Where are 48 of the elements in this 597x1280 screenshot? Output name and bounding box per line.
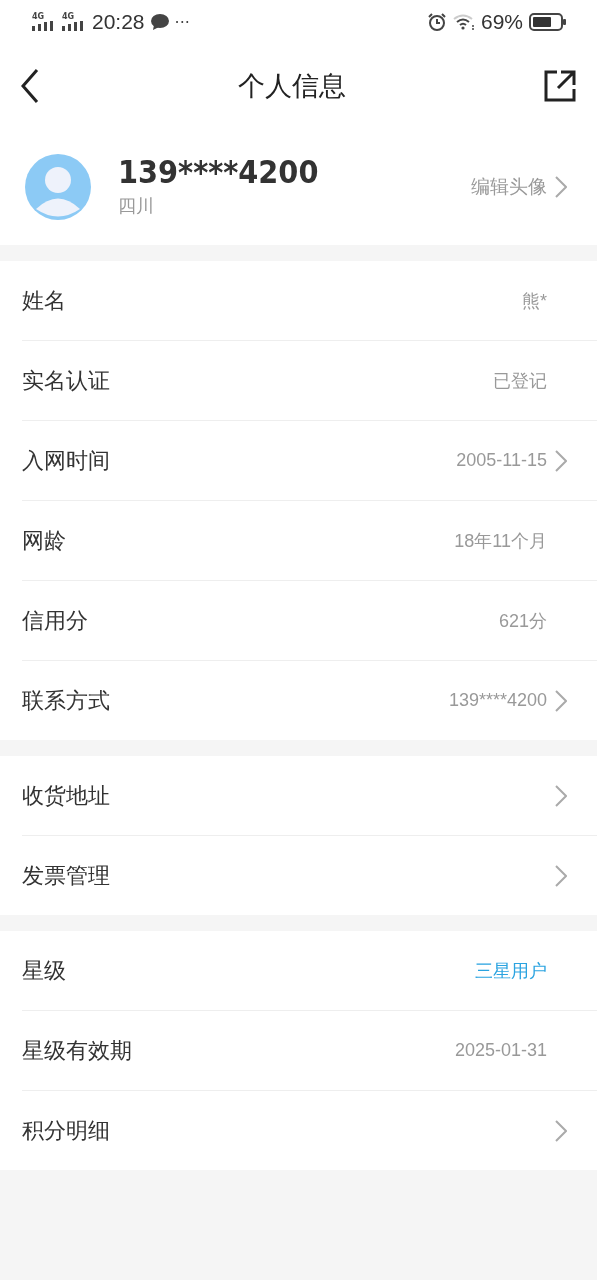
list-row[interactable]: 实名认证 已登记 bbox=[22, 341, 597, 421]
row-value: 熊* bbox=[522, 289, 547, 313]
row-label: 入网时间 bbox=[22, 446, 111, 475]
row-label: 星级有效期 bbox=[22, 1036, 133, 1065]
list-row[interactable]: 收货地址 bbox=[22, 756, 597, 836]
list-row[interactable]: 姓名 熊* bbox=[22, 261, 597, 341]
battery-icon bbox=[529, 13, 567, 31]
signal-icon bbox=[32, 21, 56, 31]
row-value: 三星用户 bbox=[475, 959, 547, 983]
chat-bubble-icon bbox=[150, 14, 169, 30]
row-label: 收货地址 bbox=[22, 781, 111, 810]
back-button[interactable] bbox=[20, 68, 40, 104]
battery-percent: 69% bbox=[480, 10, 523, 34]
row-value: 2005-11-15 bbox=[456, 450, 547, 471]
row-label: 联系方式 bbox=[22, 686, 111, 715]
phone-number: 139****4200 bbox=[118, 154, 320, 191]
row-label: 发票管理 bbox=[22, 861, 111, 890]
chevron-right-icon bbox=[555, 175, 567, 198]
avatar-icon bbox=[25, 153, 91, 220]
row-value: 18年11个月 bbox=[454, 529, 547, 553]
list-row[interactable]: 积分明细 bbox=[22, 1091, 597, 1170]
signal-icon bbox=[62, 21, 86, 31]
row-value: 621分 bbox=[498, 609, 547, 633]
network-label: 4G bbox=[32, 13, 45, 21]
list-row[interactable]: 星级有效期 2025-01-31 bbox=[22, 1011, 597, 1091]
network-label: 4G bbox=[62, 13, 75, 21]
alarm-clock-icon bbox=[426, 12, 447, 32]
page-title: 个人信息 bbox=[237, 69, 346, 103]
share-button[interactable] bbox=[543, 69, 577, 103]
list-row[interactable]: 入网时间 2005-11-15 bbox=[22, 421, 597, 501]
list-row[interactable]: 网龄 18年11个月 bbox=[22, 501, 597, 581]
list-row[interactable]: 信用分 621分 bbox=[22, 581, 597, 661]
list-row[interactable]: 发票管理 bbox=[22, 836, 597, 915]
list-row[interactable]: 联系方式 139****4200 bbox=[22, 661, 597, 740]
row-value: 139****4200 bbox=[448, 690, 547, 711]
more-dots: ··· bbox=[174, 12, 190, 32]
row-label: 实名认证 bbox=[22, 366, 111, 395]
region-label: 四川 bbox=[118, 194, 155, 219]
row-label: 姓名 bbox=[22, 286, 67, 315]
row-label: 信用分 bbox=[22, 606, 89, 635]
row-label: 网龄 bbox=[22, 526, 67, 555]
wifi-icon bbox=[452, 14, 475, 30]
row-value: 已登记 bbox=[493, 369, 547, 393]
row-label: 积分明细 bbox=[22, 1116, 111, 1145]
clock-time: 20:28 bbox=[92, 10, 145, 34]
list-row[interactable]: 星级 三星用户 bbox=[22, 931, 597, 1011]
row-label: 星级 bbox=[22, 956, 67, 985]
row-value: 2025-01-31 bbox=[454, 1040, 547, 1061]
